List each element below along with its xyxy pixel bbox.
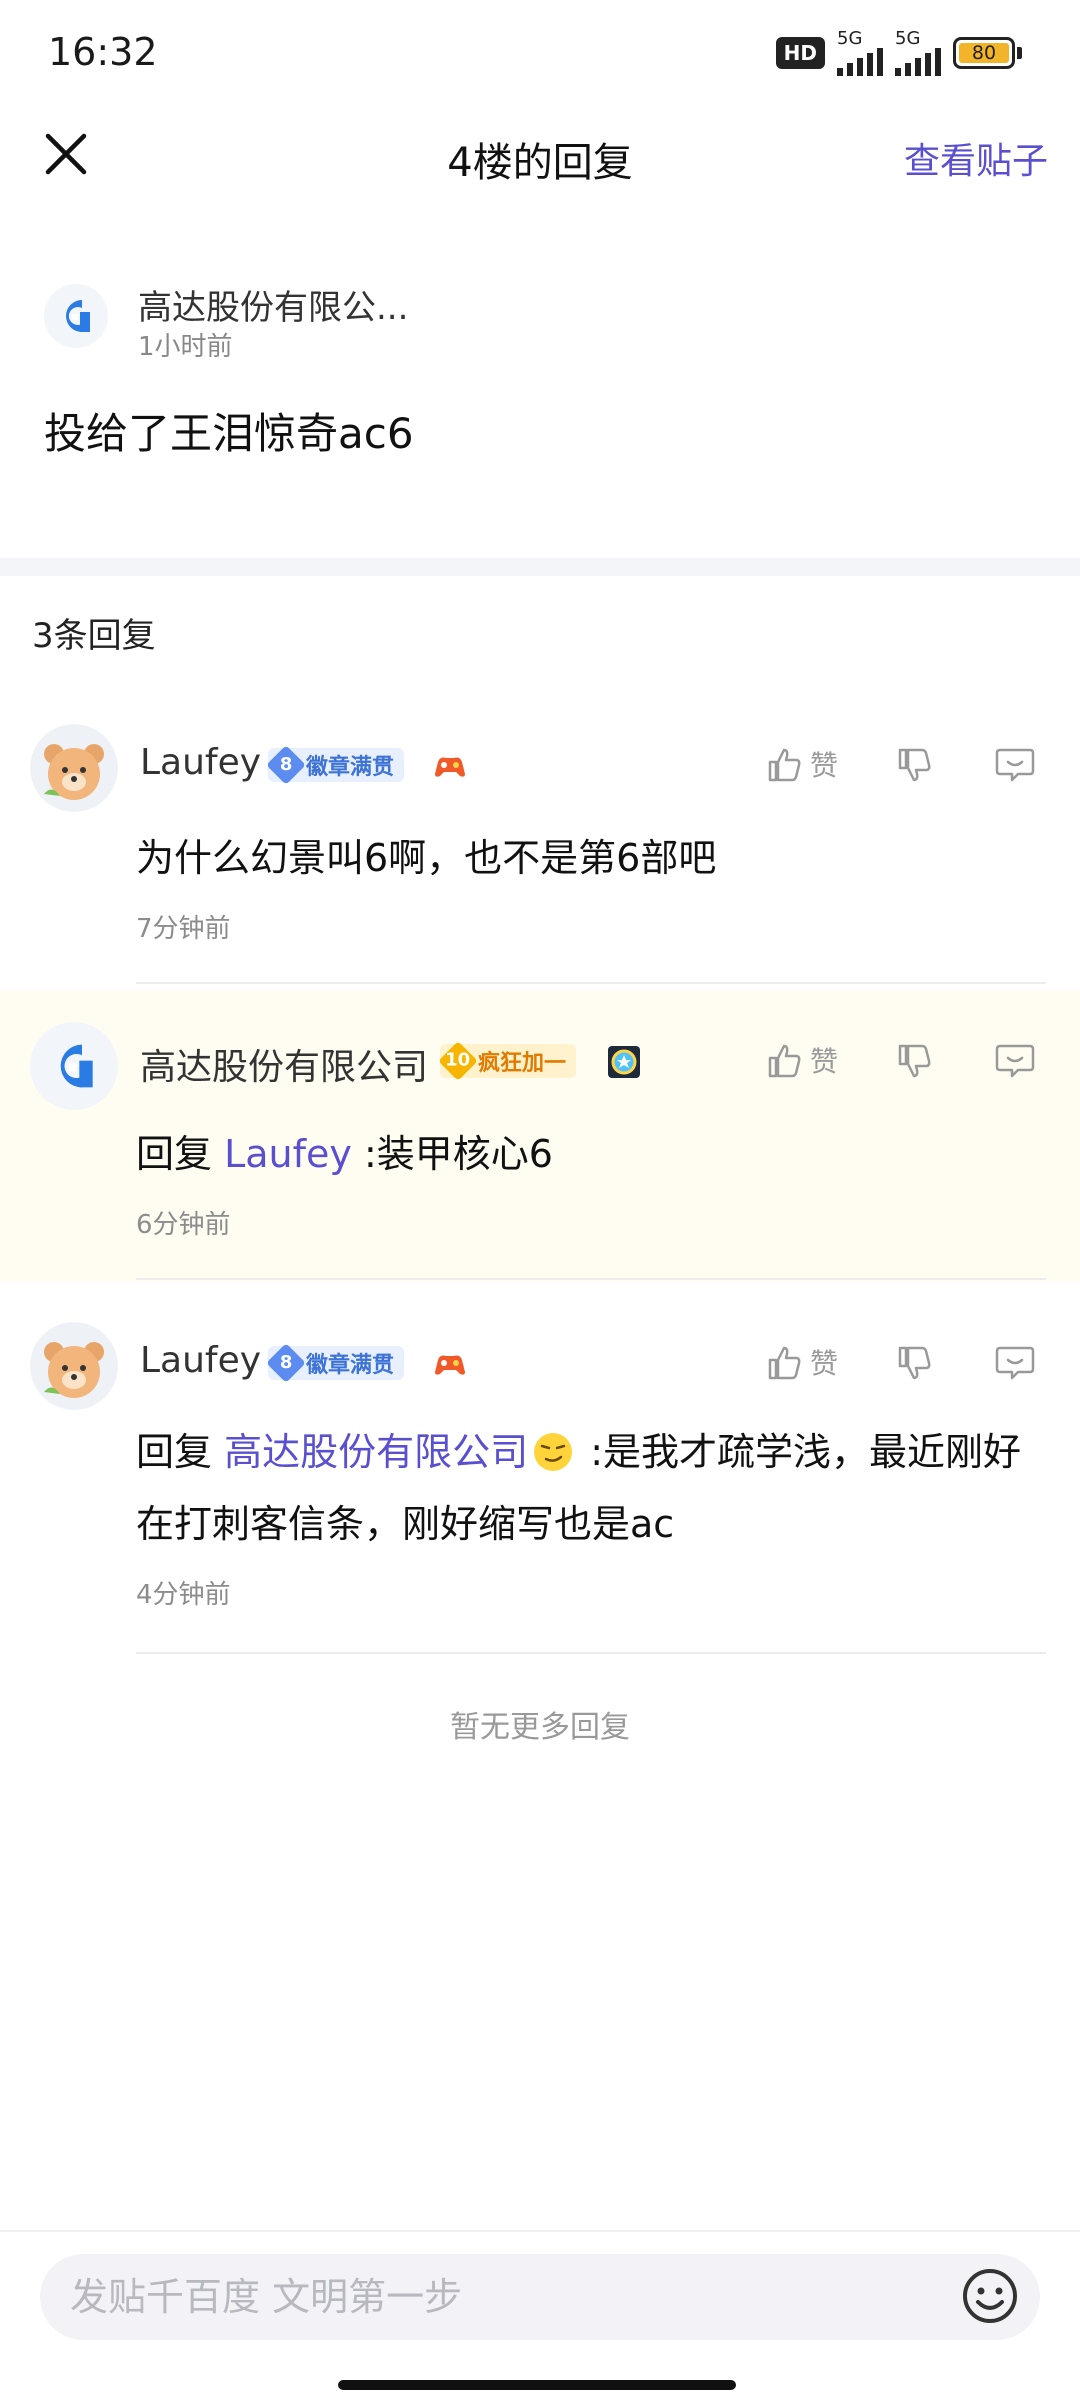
thumbs-up-icon <box>768 1044 801 1078</box>
comment-bubble-icon <box>995 1044 1035 1078</box>
comment-button[interactable] <box>994 744 1036 784</box>
home-indicator[interactable] <box>338 2380 736 2390</box>
status-time: 16:32 <box>48 30 158 74</box>
avatar[interactable] <box>30 1322 118 1410</box>
reply-content: 为什么幻景叫6啊，也不是第6部吧 <box>136 822 1046 894</box>
reply-input[interactable] <box>40 2254 1040 2340</box>
section-divider <box>0 558 1080 576</box>
like-button[interactable]: 赞 <box>764 1040 838 1080</box>
bear-avatar-icon <box>30 1322 118 1410</box>
dislike-button[interactable] <box>894 1344 934 1384</box>
like-button[interactable]: 赞 <box>764 1342 838 1382</box>
dislike-button[interactable] <box>894 746 934 786</box>
reply-prefix: 回复 <box>136 1430 225 1474</box>
comment-button[interactable] <box>994 1342 1036 1382</box>
dislike-button[interactable] <box>894 1042 934 1082</box>
brand-logo-icon <box>66 300 90 332</box>
member-badge[interactable]: 8 徽章满贯 <box>266 745 405 785</box>
battery-level: 80 <box>959 43 1009 63</box>
header: 4楼的回复 查看贴子 <box>0 110 1080 200</box>
reply-count: 3条回复 <box>32 616 156 656</box>
bottom-input-bar <box>0 2230 1080 2400</box>
badge-text: 疯狂加一 <box>478 1051 567 1076</box>
post-author-name[interactable]: 高达股份有限公... <box>138 280 408 329</box>
mention-link[interactable]: 高达股份有限公司 <box>224 1430 528 1474</box>
reply-content: 回复 高达股份有限公司 :是我才疏学浅，最近刚好在打刺客信条，刚好缩写也是ac <box>136 1416 1046 1560</box>
signal-icon: 5G <box>837 30 883 76</box>
reply-author-name[interactable]: 高达股份有限公司 <box>140 1038 428 1090</box>
thumbs-up-icon <box>768 748 801 782</box>
signal-icon-2: 5G <box>895 30 941 76</box>
smile-icon <box>963 2269 1017 2323</box>
post-content: 投给了王泪惊奇ac6 <box>44 409 414 458</box>
reply-author-name[interactable]: Laufey <box>140 742 261 783</box>
badge-text: 徽章满贯 <box>306 1353 395 1378</box>
reply-content: 回复 Laufey :装甲核心6 <box>136 1118 1046 1190</box>
reply-time: 6分钟前 <box>136 1210 231 1240</box>
divider <box>136 1652 1046 1654</box>
post-time: 1小时前 <box>138 332 233 362</box>
like-label: 赞 <box>810 1045 839 1078</box>
smirk-emoji-icon <box>534 1433 573 1471</box>
divider <box>136 982 1046 984</box>
network-type-label: 5G <box>837 28 863 49</box>
badge-level: 8 <box>279 1352 293 1373</box>
medal-icon <box>608 1046 640 1078</box>
reply-text: :装甲核心6 <box>351 1132 553 1176</box>
network-type-label-2: 5G <box>895 28 921 49</box>
reply-author-name[interactable]: Laufey <box>140 1340 261 1381</box>
avatar[interactable] <box>30 724 118 812</box>
member-badge[interactable]: 8 徽章满贯 <box>266 1343 405 1383</box>
thumbs-down-icon <box>898 748 931 782</box>
comment-button[interactable] <box>994 1040 1036 1080</box>
like-label: 赞 <box>810 749 839 782</box>
avatar[interactable] <box>30 1022 118 1110</box>
thumbs-down-icon <box>898 1346 931 1380</box>
reply-item: 高达股份有限公司 10 疯狂加一 赞 回复 Laufey :装甲核心6 6分钟前 <box>0 990 1080 1282</box>
reply-text: 为什么幻景叫6啊，也不是第6部吧 <box>136 836 717 880</box>
brand-logo-icon <box>60 1044 93 1088</box>
bear-avatar-icon <box>30 724 118 812</box>
view-post-link[interactable]: 查看贴子 <box>904 132 1048 184</box>
badge-text: 徽章满贯 <box>306 755 395 780</box>
reply-time: 4分钟前 <box>136 1580 231 1610</box>
member-badge[interactable]: 10 疯狂加一 <box>438 1041 577 1081</box>
gamepad-icon <box>435 1355 465 1375</box>
mention-link[interactable]: Laufey <box>224 1132 352 1176</box>
no-more-replies: 暂无更多回复 <box>450 1710 630 1745</box>
reply-item: Laufey 8 徽章满贯 赞 回复 高达股份有限公司 :是我才疏学浅，最近刚好… <box>0 1282 1080 1662</box>
emoji-button[interactable] <box>960 2266 1020 2326</box>
comment-bubble-icon <box>995 1346 1035 1380</box>
like-label: 赞 <box>810 1347 839 1380</box>
battery-icon: 80 <box>953 37 1022 69</box>
thumbs-up-icon <box>768 1346 801 1380</box>
comment-bubble-icon <box>995 748 1035 782</box>
badge-level: 8 <box>279 754 293 775</box>
reply-prefix: 回复 <box>136 1132 225 1176</box>
avatar[interactable] <box>44 284 108 348</box>
gamepad-icon <box>435 757 465 777</box>
reply-time: 7分钟前 <box>136 914 231 944</box>
thumbs-down-icon <box>898 1044 931 1078</box>
status-icons: HD 5G 5G 80 <box>775 30 1022 76</box>
like-button[interactable]: 赞 <box>764 744 838 784</box>
hd-icon: HD <box>775 37 825 69</box>
reply-item: Laufey 8 徽章满贯 赞 为什么幻景叫6啊，也不是第6部吧 7分钟前 <box>0 700 1080 990</box>
badge-level: 10 <box>445 1050 471 1071</box>
status-bar: 16:32 HD 5G 5G 80 <box>0 0 1080 110</box>
divider <box>136 1278 1046 1280</box>
